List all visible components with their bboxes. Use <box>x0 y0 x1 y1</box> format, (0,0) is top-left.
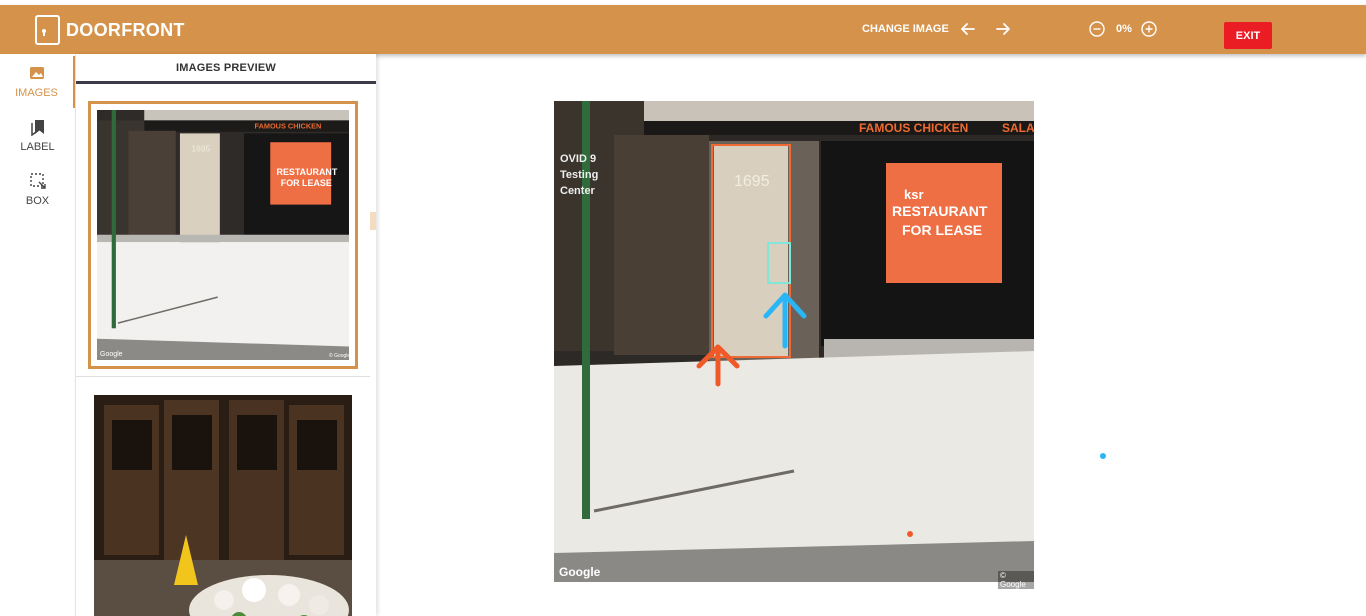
thumbnail-doors-night[interactable] <box>94 395 352 616</box>
left-sign-line-2: Testing <box>560 169 599 181</box>
blue-point-marker <box>1100 453 1106 459</box>
change-image-label: CHANGE IMAGE <box>862 23 949 35</box>
preview-title: IMAGES PREVIEW <box>176 62 276 74</box>
bookmark-icon <box>30 120 44 136</box>
zoom-in-icon[interactable] <box>1140 20 1158 38</box>
poster-line-2: FOR LEASE <box>902 222 983 238</box>
left-sign-line-3: Center <box>560 185 595 197</box>
arrow-right-icon[interactable] <box>993 19 1013 39</box>
svg-text:1695: 1695 <box>192 144 211 154</box>
main-image-canvas[interactable]: FAMOUS CHICKEN SALA 1695 OVID 9 Testing … <box>554 101 1035 589</box>
zoom-out-icon[interactable] <box>1088 20 1106 38</box>
orange-point-marker <box>907 531 913 537</box>
nav-label-images: IMAGES <box>15 87 58 99</box>
thumbnail-watermark-copyright: © Google <box>329 353 351 359</box>
store-sign: FAMOUS CHICKEN <box>859 121 969 135</box>
app-logo[interactable]: DOORFRONT <box>35 15 185 45</box>
nav-label-label: LABEL <box>20 141 55 153</box>
bounding-box-icon <box>29 173 46 189</box>
poster-line-1: RESTAURANT <box>892 203 988 219</box>
door-number: 1695 <box>734 173 770 190</box>
thumbnail-list[interactable]: FAMOUS CHICKEN 1695 RESTAURANT FOR LEASE… <box>76 87 377 616</box>
doors-thumbnail-image <box>94 395 352 616</box>
nav-item-images[interactable]: IMAGES <box>0 56 75 108</box>
image-icon <box>29 67 44 79</box>
exit-button[interactable]: EXIT <box>1224 22 1272 49</box>
watermark-copyright: © Google <box>998 571 1034 589</box>
nav-item-label[interactable]: LABEL <box>0 110 75 162</box>
nav-label-box: BOX <box>25 195 50 207</box>
app-name: DOORFRONT <box>66 19 185 40</box>
side-nav: IMAGES LABEL BOX <box>0 54 75 616</box>
thumbnail-watermark-google: Google <box>100 351 123 358</box>
zoom-level: 0% <box>1116 23 1132 35</box>
nav-item-box[interactable]: BOX <box>0 164 75 216</box>
scrollbar-thumb[interactable] <box>370 212 376 230</box>
top-bar: DOORFRONT CHANGE IMAGE 0% EXIT <box>0 5 1366 54</box>
poster-brand: ksr <box>904 187 924 202</box>
watermark-google: Google <box>559 565 601 579</box>
store-sign-partial: SALA <box>1002 121 1035 135</box>
thumbnail-storefront-selected[interactable]: FAMOUS CHICKEN 1695 RESTAURANT FOR LEASE… <box>88 101 358 369</box>
door-logo-icon <box>35 15 60 45</box>
storefront-thumbnail-image: FAMOUS CHICKEN 1695 RESTAURANT FOR LEASE <box>97 110 349 360</box>
storefront-main-image <box>554 101 1034 582</box>
thumbnail-divider <box>76 376 370 377</box>
preview-header: IMAGES PREVIEW <box>76 54 376 84</box>
left-sign-line-1: OVID 9 <box>560 153 597 165</box>
svg-text:FOR LEASE: FOR LEASE <box>281 178 332 188</box>
arrow-left-icon[interactable] <box>958 19 978 39</box>
svg-text:RESTAURANT: RESTAURANT <box>277 167 338 177</box>
images-preview-panel: IMAGES PREVIEW FAMOUS CHICKEN 1695 RESTA… <box>75 54 376 616</box>
svg-text:FAMOUS CHICKEN: FAMOUS CHICKEN <box>255 122 322 131</box>
